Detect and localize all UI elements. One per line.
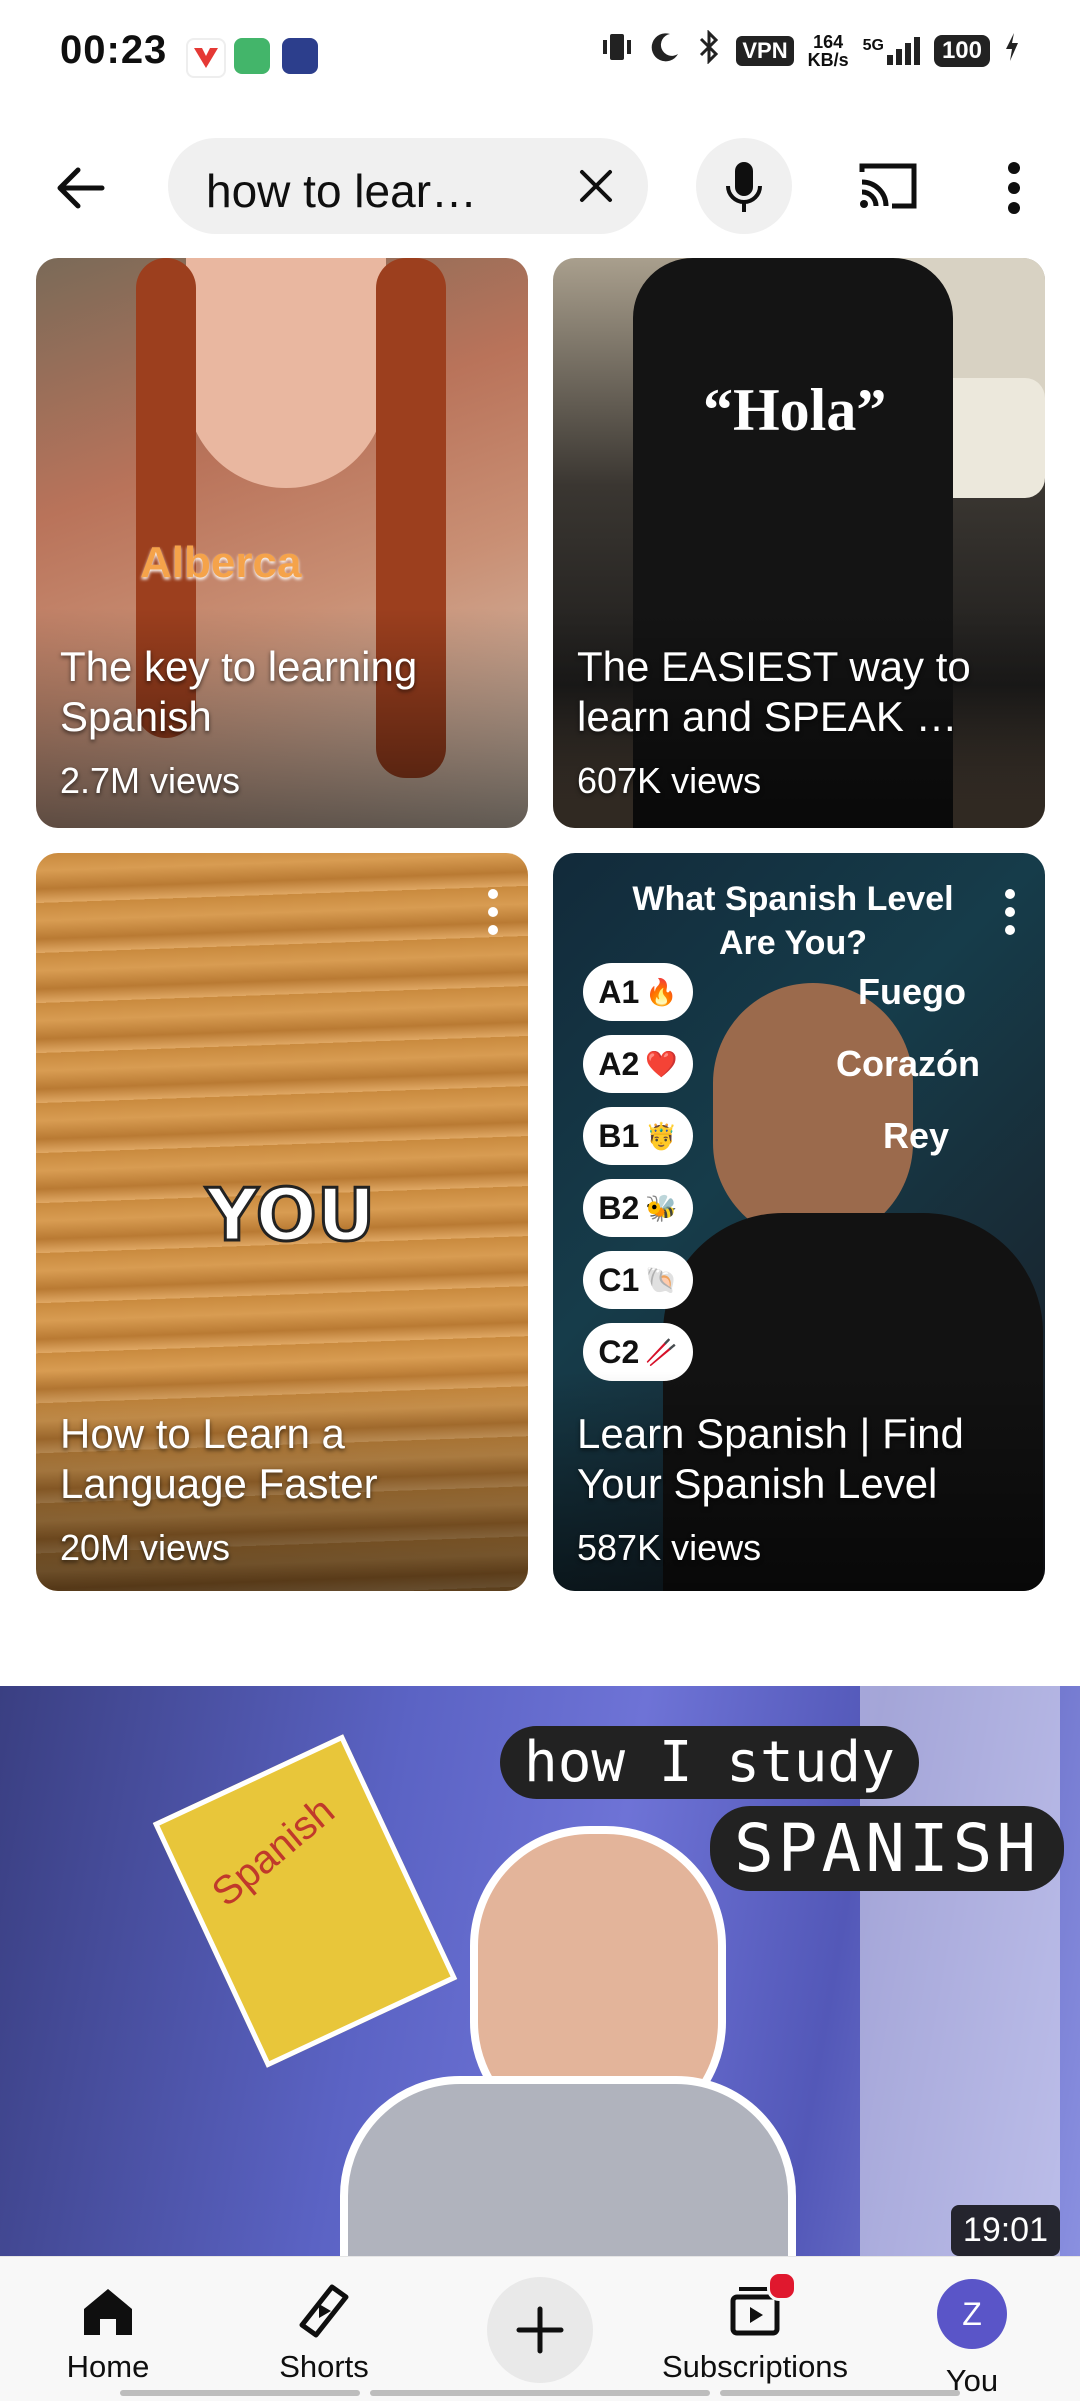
video-thumbnail[interactable]: Spanish how I study SPANISH 19:01 (0, 1686, 1080, 2256)
back-button[interactable] (50, 156, 114, 220)
level-badge: A2 ❤️ (583, 1035, 693, 1093)
search-query: how to lear… (206, 165, 478, 217)
thumbnail-overlay-title: What Spanish Level Are You? (632, 880, 954, 962)
cast-icon (859, 163, 917, 209)
thumbnail-person (713, 983, 913, 1243)
short-views: 607K views (577, 760, 762, 801)
thumbnail-sweater (340, 2076, 796, 2256)
nav-you[interactable]: Z You (912, 2257, 1032, 2401)
video-duration: 19:01 (950, 2205, 1060, 2256)
short-card[interactable]: What Spanish Level Are You? A1 🔥 A2 ❤️ B1 🤴… (553, 853, 1045, 1591)
speed-value: 164 (813, 32, 844, 52)
book-title: Spanish (203, 1788, 343, 1916)
short-views: 587K views (577, 1527, 762, 1568)
nav-home-label: Home (66, 2349, 150, 2384)
short-title: The EASIEST way to learn and SPEAK … (577, 643, 971, 740)
close-icon (580, 170, 612, 202)
short-title: The key to learning Spanish (60, 643, 418, 740)
gesture-bar (120, 2390, 360, 2396)
notification-icon-3 (282, 38, 318, 74)
thumbnail-overlay-text: YOU (204, 1172, 376, 1259)
search-input[interactable]: how to lear… (168, 138, 648, 234)
notification-icon-1 (186, 38, 226, 78)
more-vert-icon (1008, 162, 1020, 214)
short-views: 2.7M views (60, 760, 241, 801)
video-overlay-line2: SPANISH (710, 1806, 1065, 1891)
vpn-badge: VPN (736, 36, 794, 66)
gesture-bar (720, 2390, 960, 2396)
level-badge: B1 🤴 (583, 1107, 693, 1165)
speed-unit: KB/s (807, 50, 849, 70)
short-title: Learn Spanish | Find Your Spanish Level (577, 1410, 964, 1507)
nav-subscriptions-label: Subscriptions (661, 2349, 849, 2384)
notification-dot (767, 2271, 797, 2301)
short-views: 20M views (60, 1527, 231, 1568)
signal-icon: 5G (863, 37, 920, 65)
thumbnail-book: Spanish (152, 1734, 458, 2068)
level-word: Fuego (858, 971, 966, 1012)
short-title: How to Learn a Language Faster (60, 1410, 378, 1507)
short-card[interactable]: Alberca The key to learning Spanish 2.7M… (36, 258, 528, 828)
nav-shorts-label: Shorts (279, 2349, 369, 2384)
status-icons: VPN 164 KB/s 5G 100 (600, 29, 1020, 72)
nav-home[interactable]: Home (48, 2257, 168, 2401)
thumbnail-overlay-text: “Hola” (703, 377, 887, 443)
moon-icon (648, 30, 682, 72)
nav-shorts[interactable]: Shorts (264, 2257, 384, 2401)
battery-indicator: 100 (933, 35, 990, 67)
shorts-icon (299, 2284, 349, 2338)
cast-button[interactable] (856, 158, 920, 214)
search-toolbar: how to lear… (0, 130, 1080, 242)
arrow-left-icon (57, 167, 105, 209)
notification-icon-2 (234, 38, 270, 74)
clear-search-button[interactable] (572, 162, 620, 210)
nav-subscriptions[interactable]: Subscriptions (655, 2257, 855, 2401)
vibrate-icon (600, 30, 634, 72)
level-badge: C1 🐚 (583, 1251, 693, 1309)
plus-icon (516, 2306, 564, 2354)
short-card[interactable]: YOU How to Learn a Language Faster 20M v… (36, 853, 528, 1591)
network-type: 5G (862, 37, 884, 54)
level-badge: A1 🔥 (583, 963, 693, 1021)
video-overlay-line1: how I study (500, 1726, 919, 1799)
more-options-button[interactable] (996, 158, 1032, 218)
thumbnail-overlay-text: Alberca (140, 538, 302, 587)
subscriptions-icon-wrap (723, 2271, 797, 2343)
status-bar: 00:23 VPN 164 KB/s 5G 100 (0, 0, 1080, 110)
charging-icon (1004, 31, 1020, 71)
level-word: Corazón (836, 1043, 980, 1084)
microphone-icon (726, 162, 762, 212)
short-card[interactable]: “Hola” The EASIEST way to learn and SPEA… (553, 258, 1045, 828)
short-more-button[interactable] (486, 889, 500, 939)
status-time: 00:23 (60, 28, 168, 72)
bluetooth-icon (696, 29, 722, 72)
avatar: Z (937, 2279, 1007, 2349)
thumbnail-face (186, 258, 386, 488)
voice-search-button[interactable] (696, 138, 792, 234)
level-word: Rey (883, 1115, 950, 1156)
gesture-bar (370, 2390, 710, 2396)
home-icon (84, 2289, 132, 2335)
network-speed: 164 KB/s (808, 33, 849, 69)
bottom-navigation: Home Shorts Subscriptions Z You (0, 2256, 1080, 2401)
short-more-button[interactable] (1003, 889, 1017, 939)
level-badge: B2 🐝 (583, 1179, 693, 1237)
create-button[interactable] (487, 2277, 593, 2383)
